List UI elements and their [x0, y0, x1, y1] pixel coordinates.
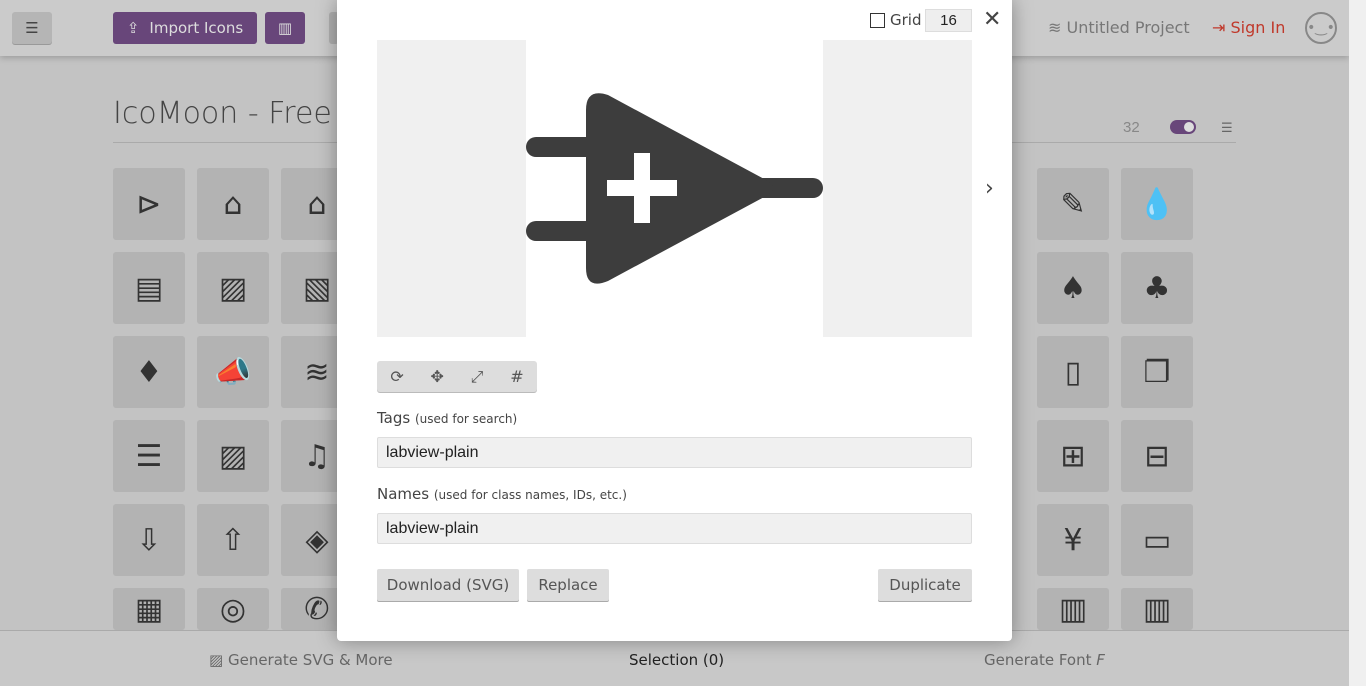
icon-tile[interactable]: ◎ — [197, 588, 269, 630]
icon-tile[interactable]: ⇧ — [197, 504, 269, 576]
icon-tile[interactable]: 💧 — [1121, 168, 1193, 240]
image-icon: ▨ — [209, 651, 224, 669]
icon-editor-modal: Grid 16 ✕ › ⟳ ✥ ⤢ # Tags (used for searc… — [337, 0, 1012, 641]
names-input[interactable]: labview-plain — [377, 513, 972, 544]
tags-label: Tags (used for search) — [377, 409, 518, 427]
sign-in-link[interactable]: ⇥ Sign In — [1212, 18, 1285, 37]
move-icon[interactable]: ✥ — [431, 367, 444, 386]
icon-tile[interactable]: ⊞ — [1037, 420, 1109, 492]
scrollbar[interactable] — [1349, 0, 1366, 686]
icon-tile[interactable]: ▨ — [197, 420, 269, 492]
selection-tab[interactable]: Selection (0) — [629, 651, 724, 669]
icon-tile[interactable]: ⊟ — [1121, 420, 1193, 492]
names-label: Names (used for class names, IDs, etc.) — [377, 485, 627, 503]
import-icon: ⇪ — [126, 19, 140, 37]
transform-toolbar: ⟳ ✥ ⤢ # — [377, 361, 537, 392]
icon-tile[interactable]: ▨ — [197, 252, 269, 324]
replace-button[interactable]: Replace — [527, 569, 609, 601]
menu-icon: ☰ — [25, 19, 39, 37]
rotate-icon[interactable]: ⟳ — [390, 367, 403, 386]
labview-plain-icon — [526, 93, 823, 284]
icon-tile[interactable]: ❐ — [1121, 336, 1193, 408]
view-toggle[interactable] — [1170, 120, 1196, 134]
project-link[interactable]: ≋ Untitled Project — [1048, 18, 1190, 37]
grid-icon[interactable]: # — [510, 367, 523, 386]
icon-tile[interactable]: ⇩ — [113, 504, 185, 576]
menu-button[interactable]: ☰ — [12, 12, 52, 44]
icon-preview — [377, 40, 972, 337]
icon-tile[interactable]: ▯ — [1037, 336, 1109, 408]
sign-in-icon: ⇥ — [1212, 18, 1226, 37]
close-icon[interactable]: ✕ — [983, 7, 1001, 32]
page-title: IcoMoon - Free — [113, 96, 332, 131]
import-icons-button[interactable]: ⇪ Import Icons — [113, 12, 257, 44]
icon-tile[interactable]: ⊳ — [113, 168, 185, 240]
library-button[interactable]: ▥ — [265, 12, 305, 44]
list-view-icon[interactable]: ☰ — [1221, 121, 1233, 136]
icon-tile[interactable]: ▦ — [113, 588, 185, 630]
icon-tile[interactable]: ♠ — [1037, 252, 1109, 324]
download-svg-button[interactable]: Download (SVG) — [377, 569, 519, 601]
tags-input[interactable]: labview-plain — [377, 437, 972, 468]
icon-tile[interactable]: ¥ — [1037, 504, 1109, 576]
avatar[interactable]: •‿• — [1305, 12, 1337, 44]
next-icon-chevron[interactable]: › — [985, 176, 994, 201]
icon-tile[interactable]: ⌂ — [197, 168, 269, 240]
checkbox-icon — [870, 12, 885, 28]
duplicate-button[interactable]: Duplicate — [878, 569, 972, 601]
generate-font-tab[interactable]: Generate Font F — [984, 651, 1105, 669]
library-icon: ▥ — [277, 19, 293, 37]
grid-checkbox[interactable]: Grid — [870, 11, 921, 29]
icon-tile[interactable]: ▥ — [1121, 588, 1193, 630]
icon-tile[interactable]: ▭ — [1121, 504, 1193, 576]
layers-icon: ≋ — [1048, 18, 1062, 37]
icon-tile[interactable]: 📣 — [197, 336, 269, 408]
grid-size-input[interactable]: 16 — [925, 9, 972, 32]
icon-tile[interactable]: ▥ — [1037, 588, 1109, 630]
icon-tile[interactable]: ♦ — [113, 336, 185, 408]
icon-size: 32 — [1123, 119, 1140, 136]
icon-tile[interactable]: ▤ — [113, 252, 185, 324]
icon-tile[interactable]: ✎ — [1037, 168, 1109, 240]
icon-tile[interactable]: ☰ — [113, 420, 185, 492]
icon-tile[interactable]: ♣ — [1121, 252, 1193, 324]
generate-svg-tab[interactable]: ▨ Generate SVG & More — [209, 651, 393, 669]
scale-icon[interactable]: ⤢ — [471, 367, 484, 387]
font-icon: F — [1096, 651, 1105, 669]
